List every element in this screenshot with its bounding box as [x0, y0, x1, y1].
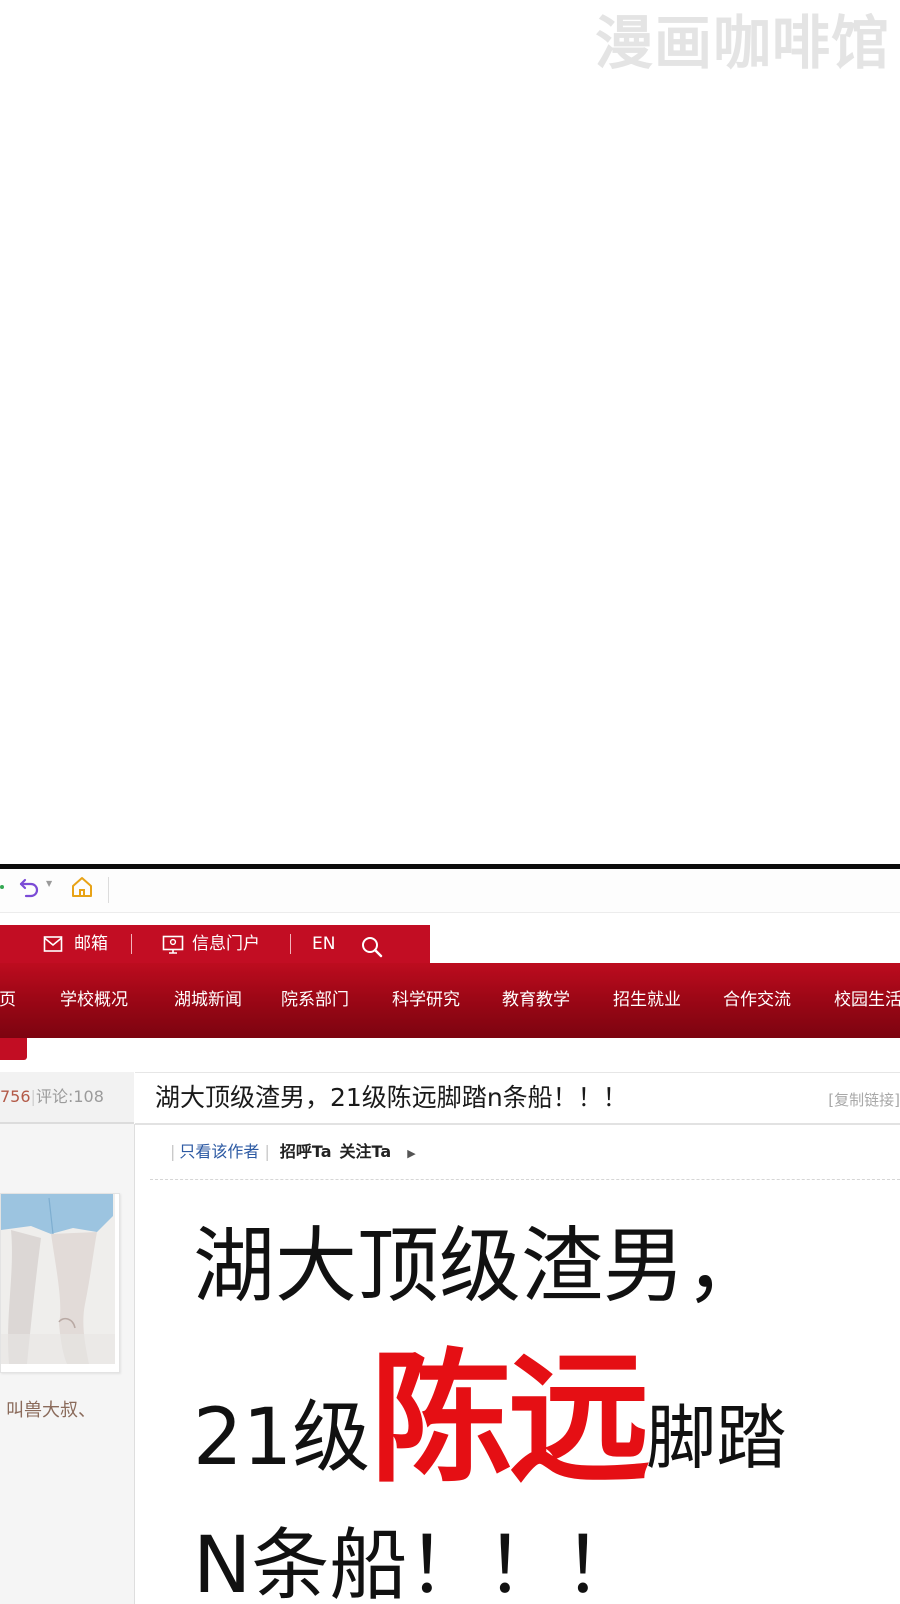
nav-item-news[interactable]: 湖城新闻 — [174, 963, 242, 1038]
post-actions: | 只看该作者 | 招呼Ta 关注Ta ▶ — [170, 1139, 416, 1165]
nav-item-education[interactable]: 教育教学 — [502, 963, 570, 1038]
content-line-2-suffix: 脚踏 — [646, 1397, 787, 1479]
topbar-divider — [131, 934, 132, 954]
view-count: 756 — [0, 1087, 31, 1106]
post-title: 湖大顶级渣男，21级陈远脚踏n条船！！！ — [155, 1083, 628, 1112]
nav-item-research[interactable]: 科学研究 — [392, 963, 460, 1038]
greet-link[interactable]: 招呼Ta — [280, 1142, 332, 1161]
nav-item-overview[interactable]: 学校概况 — [60, 963, 128, 1038]
site-topbar: 邮箱 信息门户 EN — [0, 925, 430, 963]
language-label: EN — [312, 934, 336, 954]
nav-item-admissions[interactable]: 招生就业 — [613, 963, 681, 1038]
portal-link[interactable]: 信息门户 — [160, 925, 270, 963]
highlighted-name: 陈远 — [370, 1337, 650, 1502]
browser-screenshot: ▼ 邮箱 信息门户 EN 页 学校概况 湖城新闻 院系部门 科学研究 教育教学 … — [0, 864, 900, 1604]
browser-toolbar: ▼ — [0, 869, 900, 913]
toolbar-separator — [108, 877, 109, 903]
copy-link-button[interactable]: [复制链接] — [828, 1089, 900, 1110]
portal-icon — [162, 935, 184, 954]
post-title-bar: 湖大顶级渣男，21级陈远脚踏n条船！！！ [复制链接] — [135, 1072, 900, 1125]
content-line-1: 湖大顶级渣男， — [193, 1219, 768, 1314]
nav-submenu-tab — [0, 1038, 27, 1060]
forward-indicator-icon — [0, 885, 4, 889]
content-line-3: N条船！！！ — [193, 1521, 642, 1604]
mail-label: 邮箱 — [74, 934, 108, 954]
dashed-divider — [150, 1179, 900, 1180]
dropdown-caret-icon[interactable]: ▼ — [46, 879, 52, 888]
only-author-link[interactable]: 只看该作者 — [179, 1142, 259, 1161]
main-nav: 首页 学校概况 湖城新闻 院系部门 科学研究 教育教学 招生就业 合作交流 校园… — [0, 963, 900, 1038]
post-stats: 756|评论:108 — [0, 1072, 134, 1124]
comments-label: 评论: — [35, 1087, 74, 1106]
mail-icon — [43, 936, 63, 952]
portal-label: 信息门户 — [192, 934, 260, 954]
avatar-image — [1, 1194, 115, 1364]
actions-separator: | — [170, 1142, 176, 1161]
topbar-divider — [290, 934, 291, 954]
search-button[interactable] — [360, 925, 386, 963]
expand-arrow-icon[interactable]: ▶ — [407, 1147, 415, 1160]
comment-count: 108 — [73, 1087, 104, 1106]
nav-item-cooperation[interactable]: 合作交流 — [723, 963, 791, 1038]
mail-link[interactable]: 邮箱 — [40, 925, 116, 963]
avatar[interactable] — [0, 1193, 120, 1373]
watermark: 漫画咖啡馆 — [594, 9, 890, 77]
content-line-2-prefix: 21级 — [193, 1393, 371, 1483]
search-icon — [362, 937, 383, 958]
nav-item-campus-life[interactable]: 校园生活 — [834, 963, 900, 1038]
author-username[interactable]: 叫兽大叔、 — [6, 1396, 96, 1422]
follow-link[interactable]: 关注Ta — [340, 1142, 392, 1161]
actions-separator: | — [259, 1142, 270, 1161]
nav-item-home[interactable]: 首页 — [0, 963, 16, 1038]
nav-item-departments[interactable]: 院系部门 — [281, 963, 349, 1038]
home-icon[interactable] — [70, 875, 94, 903]
content-line-2: 21级陈远脚踏 — [193, 1349, 786, 1491]
undo-icon[interactable] — [18, 875, 42, 903]
language-toggle[interactable]: EN — [312, 925, 346, 963]
